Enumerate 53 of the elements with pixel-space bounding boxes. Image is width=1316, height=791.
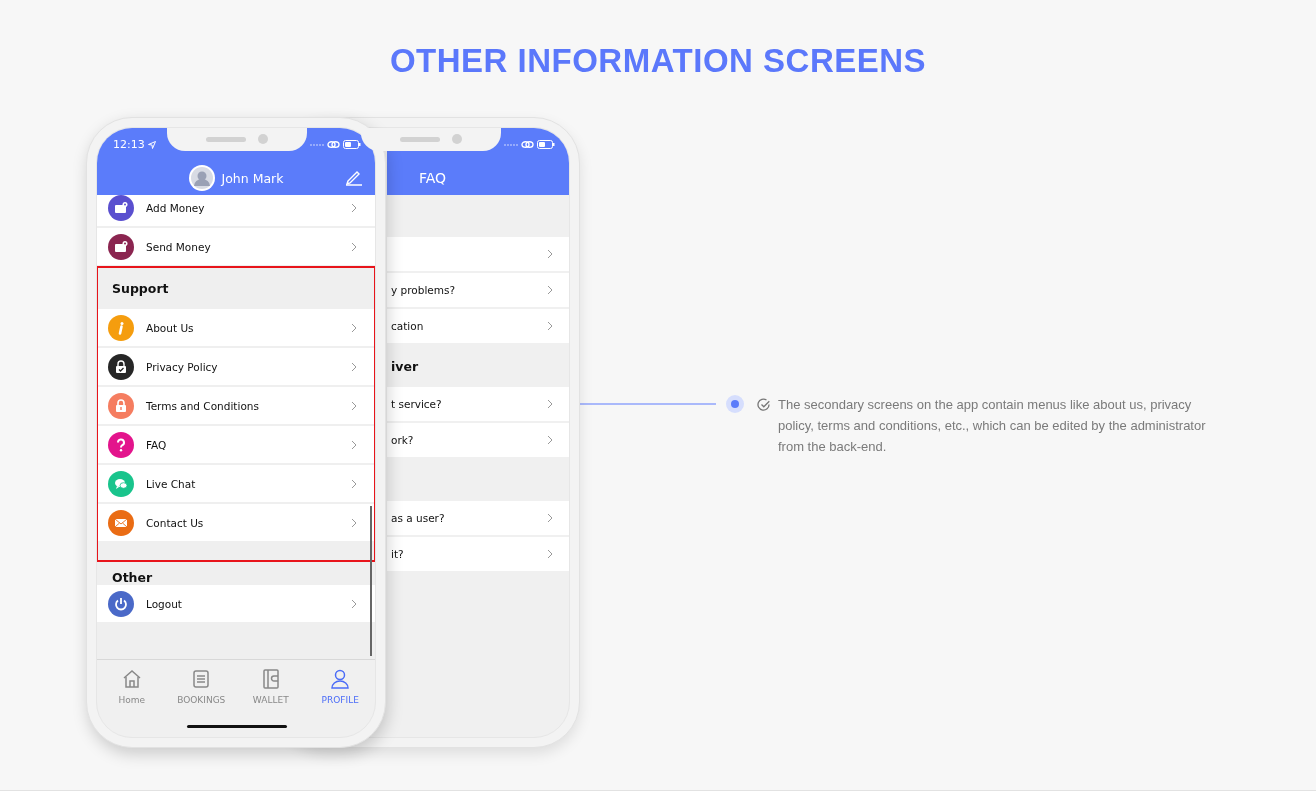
menu-item[interactable]: Logout [97,585,375,622]
faq-row[interactable]: as a user? [387,501,569,535]
description-text: The secondary screens on the app contain menus like about us, privacy policy, terms and conditions, etc., which can be edited by the administrator from the back-end. [778,396,1207,456]
faq-row[interactable]: it? [387,537,569,571]
menu-item[interactable]: Terms and Conditions [97,387,375,424]
chevron-icon [547,399,553,409]
chevron-icon [351,361,357,372]
profile-name: John Mark [221,170,284,186]
chevron-icon [351,478,357,489]
person-icon [329,668,352,690]
section-heading: Support [112,280,169,296]
chevron-icon [351,241,357,252]
section-heading: Other [112,570,153,585]
chevron-icon [547,435,553,445]
screen-title: FAQ [419,170,447,186]
status-time: 12:13 [113,138,145,151]
scrollbar[interactable] [370,506,372,656]
chevron-icon [351,517,357,528]
avatar-icon [188,165,215,191]
menu-item[interactable]: Privacy Policy [97,348,375,385]
section-heading: iver [391,358,419,374]
location-arrow-icon [147,140,156,149]
signal-dots-icon [310,142,324,147]
signal-dots-icon [504,142,518,147]
faq-row[interactable]: t service? [387,387,569,421]
faq-row[interactable]: ork? [387,423,569,457]
menu-item[interactable]: FAQ [97,426,375,463]
faq-row[interactable]: cation [387,309,569,343]
menu-item[interactable]: Contact Us [97,504,375,541]
menu-item[interactable]: Live Chat [97,465,375,502]
chevron-icon [351,598,357,609]
chevron-icon [351,202,357,213]
faq-row[interactable]: y problems? [387,273,569,307]
timeline-dot [726,395,744,413]
chevron-icon [351,400,357,411]
link-icon [521,140,534,149]
battery-icon [343,140,361,149]
chevron-icon [547,249,553,259]
chevron-icon [351,322,357,333]
menu-item[interactable]: Send Money [97,228,375,265]
battery-icon [537,140,555,149]
menu-item[interactable]: Add Money [97,195,375,226]
tab-bar-item[interactable]: PROFILE [305,668,375,717]
chevron-icon [547,285,553,295]
menu-item[interactable]: About Us [97,309,375,346]
check-circle-icon [757,398,771,412]
page-title: OTHER INFORMATION SCREENS [388,41,928,81]
chevron-icon [547,549,553,559]
chevron-icon [351,439,357,450]
chevron-icon [547,321,553,331]
chevron-icon [547,513,553,523]
faq-row[interactable] [387,237,569,271]
link-icon [327,140,340,149]
